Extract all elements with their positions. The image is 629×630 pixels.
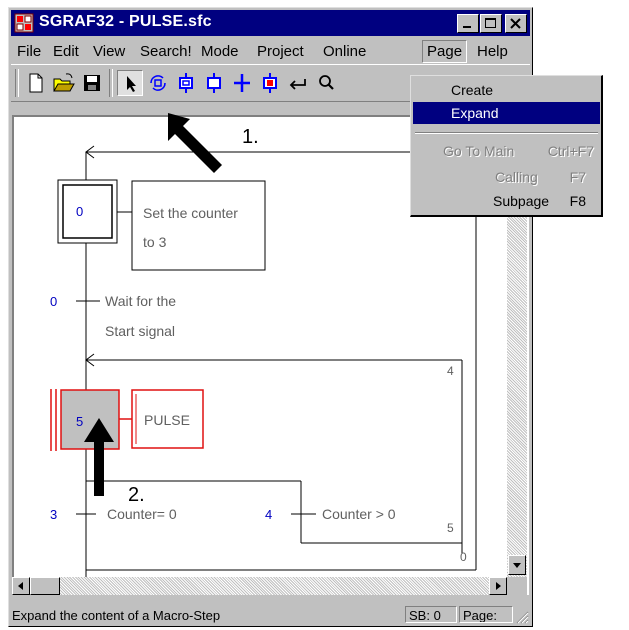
transition-3-condition: Counter= 0: [107, 506, 177, 522]
toolbar-grip: [15, 69, 19, 97]
menu-file[interactable]: File: [17, 43, 41, 60]
minimize-button[interactable]: [457, 14, 479, 33]
macro-step-button[interactable]: [145, 70, 171, 96]
menu-go-to-main[interactable]: Go To Main Ctrl+F7: [413, 140, 600, 162]
initial-step-number: 0: [76, 204, 83, 219]
open-folder-icon: [53, 73, 75, 92]
page-menu-dropdown: Create Expand Go To Main Ctrl+F7 Calling…: [410, 75, 603, 217]
initial-step-button[interactable]: [173, 70, 199, 96]
arrow-down-icon: [513, 563, 521, 568]
link-button[interactable]: [285, 70, 311, 96]
transition-4-number: 4: [265, 507, 272, 522]
menu-project[interactable]: Project: [257, 43, 304, 60]
menu-separator: [415, 132, 598, 134]
initial-step-inner[interactable]: [62, 184, 113, 239]
new-file-button[interactable]: [23, 70, 49, 96]
menu-expand-label: Expand: [451, 105, 499, 121]
zoom-button[interactable]: [313, 70, 339, 96]
menu-search[interactable]: Search!: [140, 43, 192, 60]
scroll-down-button[interactable]: [508, 555, 526, 575]
status-sb: SB: 0: [405, 606, 457, 623]
status-bar: Expand the content of a Macro-Step SB: 0…: [10, 605, 529, 625]
arrow-right-icon: [496, 582, 501, 590]
menu-page[interactable]: Page: [422, 40, 468, 63]
select-tool-button[interactable]: [117, 70, 143, 96]
transition-4-condition: Counter > 0: [322, 506, 396, 522]
menu-help[interactable]: Help: [477, 43, 508, 60]
initial-step-icon: [179, 73, 193, 93]
annotation-arrow-1: [168, 113, 222, 173]
menu-create[interactable]: Create: [413, 79, 600, 101]
select-arrow-icon: [127, 76, 136, 92]
menu-subpage-label: Subpage: [493, 193, 550, 209]
menu-edit[interactable]: Edit: [53, 43, 79, 60]
new-file-icon: [29, 73, 43, 93]
transition-0-line2: Start signal: [105, 323, 175, 339]
transition-0-line1: Wait for the: [105, 293, 176, 309]
link-icon: [289, 79, 306, 90]
scroll-right-button[interactable]: [489, 577, 507, 595]
scroll-corner: [507, 577, 527, 595]
macro-action-label: PULSE: [144, 412, 190, 428]
menu-online[interactable]: Online: [323, 43, 366, 60]
transition-icon: [234, 74, 250, 92]
jump-icon: [263, 73, 277, 93]
horizontal-scroll-thumb[interactable]: [30, 577, 60, 595]
menu-subpage-shortcut: F8: [569, 193, 586, 209]
status-page: Page:: [459, 606, 513, 623]
macro-step-icon: [150, 75, 166, 91]
annotation-label-1: 1.: [242, 126, 259, 148]
horizontal-scrollbar[interactable]: [12, 577, 507, 595]
step-icon: [207, 73, 221, 93]
jump-label-5: 5: [447, 521, 454, 535]
close-icon: [510, 18, 521, 29]
zoom-icon: [319, 75, 334, 90]
maximize-icon: [485, 18, 496, 28]
menu-calling-shortcut: F7: [569, 169, 586, 185]
title-bar[interactable]: SGRAF32 - PULSE.sfc: [11, 10, 530, 36]
arrow-left-icon: [18, 582, 23, 590]
initial-action-line2: to 3: [143, 234, 167, 250]
menu-expand[interactable]: Expand: [413, 102, 600, 124]
menu-view[interactable]: View: [93, 43, 125, 60]
menu-calling-label: Calling: [495, 169, 538, 185]
sgraf-app-icon: [14, 13, 34, 33]
jump-label-0: 0: [460, 550, 467, 564]
transition-0-number: 0: [50, 294, 57, 309]
menu-create-label: Create: [451, 82, 494, 98]
menu-mode[interactable]: Mode: [201, 43, 239, 60]
resize-grip-icon[interactable]: [513, 608, 529, 624]
jump-button[interactable]: [257, 70, 283, 96]
maximize-button[interactable]: [480, 14, 502, 33]
transition-3-number: 3: [50, 507, 57, 522]
annotation-label-2: 2.: [128, 484, 145, 506]
transition-button[interactable]: [229, 70, 255, 96]
menu-subpage[interactable]: Subpage F8: [413, 190, 600, 212]
open-file-button[interactable]: [51, 70, 77, 96]
toolbar-separator: [109, 69, 113, 97]
window-title: SGRAF32 - PULSE.sfc: [39, 13, 212, 30]
jump-label-4: 4: [447, 364, 454, 378]
step-button[interactable]: [201, 70, 227, 96]
scroll-left-button[interactable]: [12, 577, 30, 595]
status-message: Expand the content of a Macro-Step: [12, 608, 221, 623]
menu-calling[interactable]: Calling F7: [413, 166, 600, 188]
menu-go-to-main-label: Go To Main: [443, 143, 515, 159]
save-disk-icon: [84, 75, 100, 91]
menu-go-to-main-shortcut: Ctrl+F7: [547, 143, 594, 159]
initial-action-box[interactable]: [131, 180, 266, 271]
menu-bar: File Edit View Search! Mode Project Onli…: [11, 39, 530, 63]
annotation-arrow-2: [84, 418, 114, 496]
minimize-icon: [463, 26, 471, 28]
save-file-button[interactable]: [79, 70, 105, 96]
close-button[interactable]: [505, 14, 527, 33]
initial-action-line1: Set the counter: [143, 205, 238, 221]
